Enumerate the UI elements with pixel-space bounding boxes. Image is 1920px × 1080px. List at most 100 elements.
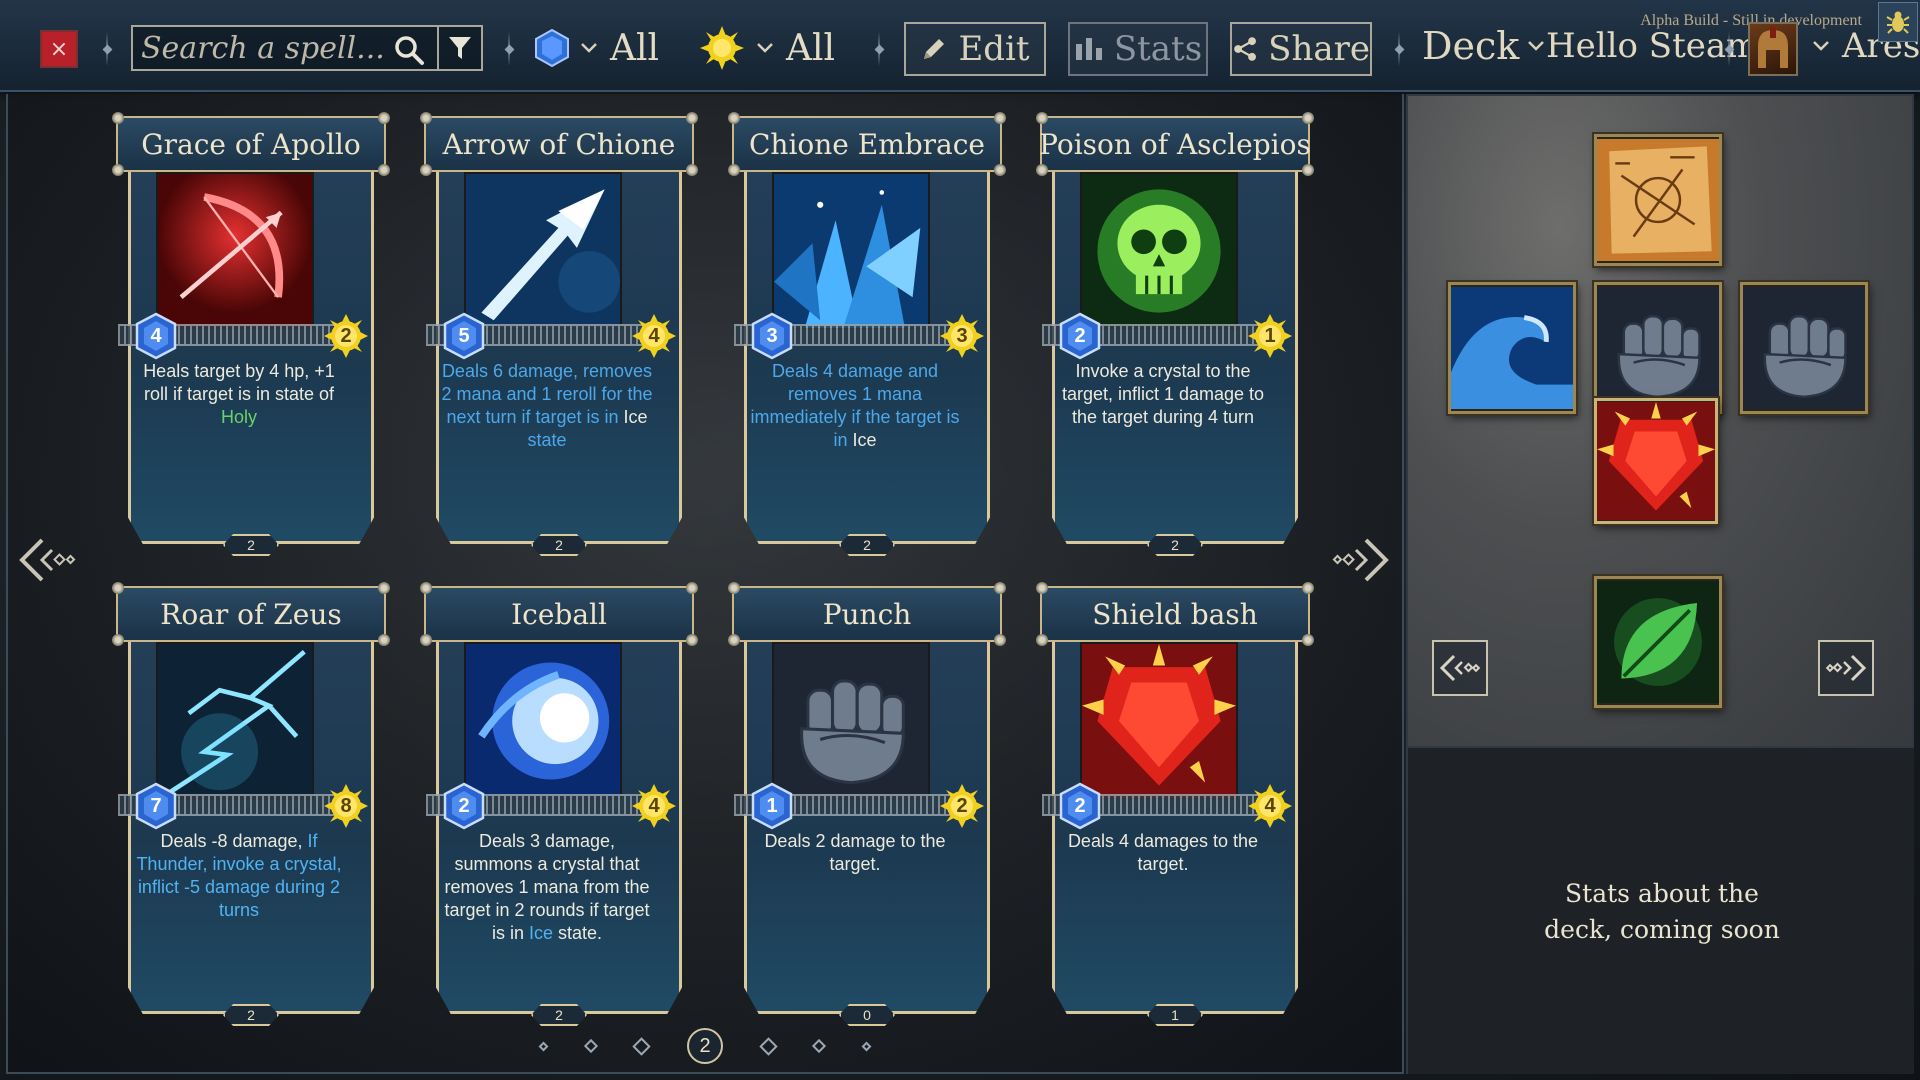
- stats-button[interactable]: Stats: [1068, 22, 1208, 76]
- deck-label: Deck: [1422, 24, 1520, 68]
- mana-cost-value: 7: [150, 794, 162, 817]
- card-title: Grace of Apollo: [141, 127, 361, 161]
- deck-slot-fist-1[interactable]: [1594, 282, 1722, 414]
- separator: [1394, 32, 1404, 66]
- sun-cost-value: 2: [340, 324, 352, 347]
- search-input[interactable]: [133, 30, 383, 66]
- edit-button[interactable]: Edit: [904, 22, 1046, 76]
- page-dot[interactable]: [759, 1036, 778, 1056]
- wave-icon: [1451, 285, 1573, 411]
- sun-cost-badge: 4: [632, 782, 676, 830]
- mana-cost-value: 3: [766, 324, 778, 347]
- sun-cost-icon: [700, 26, 744, 70]
- card-copies-count: 2: [1147, 534, 1203, 556]
- page-dot[interactable]: [538, 1041, 549, 1051]
- map-icon: [1597, 137, 1719, 263]
- spell-card[interactable]: Roar of Zeus 7 8 Deals -8 damage, If Thu…: [112, 582, 390, 1026]
- deck-slot-shield-bash[interactable]: [1594, 398, 1718, 524]
- mana-cost-value: 5: [458, 324, 470, 347]
- current-page: 2: [687, 1028, 723, 1064]
- chevron-down-icon: [1528, 41, 1545, 51]
- desc-segment: Ice: [623, 407, 648, 427]
- mana-cost-value: 2: [458, 794, 470, 817]
- page-dot[interactable]: [632, 1036, 651, 1056]
- spell-card[interactable]: Grace of Apollo 4 2 Heals target by 4 hp…: [112, 112, 390, 556]
- mana-cost-value: 2: [1074, 324, 1086, 347]
- close-button[interactable]: ×: [40, 30, 78, 68]
- chevron-down-icon: [581, 43, 597, 53]
- stats-label: Stats: [1113, 29, 1203, 69]
- edit-label: Edit: [958, 29, 1030, 69]
- next-page-button[interactable]: [1332, 536, 1392, 584]
- card-description: Heals target by 4 hp, +1 roll if target …: [130, 360, 348, 429]
- card-title-plate: Roar of Zeus: [112, 582, 390, 646]
- page-dot[interactable]: [583, 1038, 599, 1054]
- page-dot[interactable]: [811, 1038, 827, 1054]
- sun-cost-value: 2: [956, 794, 968, 817]
- bow-arrow-icon: [156, 172, 314, 330]
- spell-card[interactable]: Poison of Asclepios 2 1 Invoke a crystal…: [1036, 112, 1314, 556]
- card-title: Chione Embrace: [748, 127, 986, 161]
- search-icon[interactable]: [393, 34, 425, 66]
- mana-cost-badge: 2: [1058, 782, 1102, 830]
- deck-slot-wave[interactable]: [1448, 282, 1576, 414]
- arrow-left-icon: [19, 538, 76, 582]
- card-copies-count: 2: [839, 534, 895, 556]
- filter-button[interactable]: [437, 25, 483, 71]
- bug-report-button[interactable]: [1878, 2, 1918, 42]
- mana-filter-dropdown[interactable]: All: [534, 24, 659, 72]
- deck-slot-fist-2[interactable]: [1740, 282, 1868, 414]
- previous-page-button[interactable]: [16, 536, 76, 584]
- card-copies-count: 1: [1147, 1004, 1203, 1026]
- sun-cost-badge: 2: [324, 312, 368, 360]
- card-description: Deals 6 damage, removes 2 mana and 1 rer…: [438, 360, 656, 452]
- deck-slot-leaf[interactable]: [1594, 576, 1722, 708]
- mana-cost-badge: 4: [134, 312, 178, 360]
- search-box[interactable]: [131, 25, 439, 71]
- card-description: Deals 3 damage, summons a crystal that r…: [438, 830, 656, 945]
- mana-cost-badge: 2: [442, 782, 486, 830]
- spell-card[interactable]: Iceball 2 4 Deals 3 damage, summons a cr…: [420, 582, 698, 1026]
- mana-cost-badge: 2: [1058, 312, 1102, 360]
- fist-icon: [772, 642, 930, 800]
- spell-card[interactable]: Arrow of Chione 5 4 Deals 6 damage, remo…: [420, 112, 698, 556]
- deck-slot-map[interactable]: [1594, 134, 1722, 266]
- mana-cost-badge: 3: [750, 312, 794, 360]
- page-dot[interactable]: [861, 1041, 872, 1051]
- mana-cost-badge: 1: [750, 782, 794, 830]
- avatar[interactable]: [1748, 22, 1798, 76]
- card-description: Invoke a crystal to the target, inflict …: [1054, 360, 1272, 429]
- card-title-plate: Arrow of Chione: [420, 112, 698, 176]
- card-description: Deals 2 damage to the target.: [746, 830, 964, 876]
- spell-card[interactable]: Chione Embrace 3 3 Deals 4 damage and re…: [728, 112, 1006, 556]
- desc-segment: state: [527, 430, 567, 450]
- card-title: Shield bash: [1092, 597, 1258, 631]
- lightning-icon: [156, 642, 314, 800]
- deck-previous-button[interactable]: [1432, 640, 1488, 696]
- card-copies-count: 2: [531, 534, 587, 556]
- spell-card[interactable]: Shield bash 2 4 Deals 4 damages to the t…: [1036, 582, 1314, 1026]
- separator: [102, 32, 112, 66]
- sun-cost-value: 4: [648, 794, 660, 817]
- sun-cost-badge: 8: [324, 782, 368, 830]
- desc-segment: Deals -8 damage,: [160, 831, 308, 851]
- card-title-plate: Iceball: [420, 582, 698, 646]
- card-title-plate: Punch: [728, 582, 1006, 646]
- desc-segment: Ice: [852, 430, 877, 450]
- card-copies-count: 2: [223, 534, 279, 556]
- desc-segment: Ice: [528, 923, 553, 943]
- spell-card[interactable]: Punch 1 2 Deals 2 damage to the target. …: [728, 582, 1006, 1026]
- cost-filter-dropdown[interactable]: All: [698, 24, 835, 72]
- share-button[interactable]: Share: [1230, 22, 1372, 76]
- deck-dropdown[interactable]: Deck: [1422, 24, 1551, 68]
- deck-next-button[interactable]: [1818, 640, 1874, 696]
- shield-bash-icon: [1080, 642, 1238, 800]
- desc-segment: Invoke a crystal to the target, inflict …: [1061, 361, 1265, 427]
- card-title: Arrow of Chione: [442, 127, 676, 161]
- spartan-helmet-icon: [1758, 26, 1788, 68]
- sun-cost-badge: 3: [940, 312, 984, 360]
- card-title-plate: Grace of Apollo: [112, 112, 390, 176]
- share-label: Share: [1268, 29, 1370, 69]
- cost-filter-value: All: [786, 27, 836, 69]
- deck-stats-panel: Stats about the deck, coming soon: [1406, 748, 1914, 1074]
